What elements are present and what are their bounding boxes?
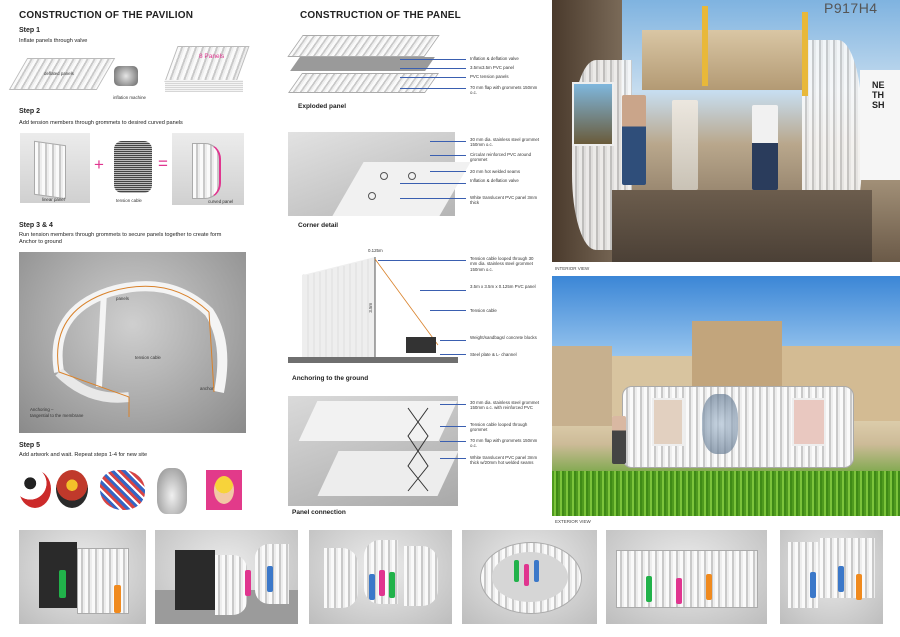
artwork-balloon-rabbit: [157, 468, 187, 514]
anchoring-note-2: 3.5m x 3.5m x 0.125m PVC panel: [470, 284, 536, 289]
exploded-note-2: 3.5mx3.5m PVC panel: [470, 65, 514, 70]
anchoring-dim-top: 0.125m: [368, 248, 383, 253]
step1-desc: Inflate panels through valve: [19, 38, 88, 44]
connection-note-2: Tension cable looped through grommet: [470, 422, 528, 433]
artwork-panda: [19, 470, 51, 508]
variation-2: [155, 530, 298, 624]
tension-cable-image: [114, 141, 152, 193]
step1-title: Step 1: [19, 27, 41, 34]
step2-curved-panel-image: [172, 133, 244, 205]
anchoring-note-1: Tension cable looped through 30 mm dia. …: [470, 256, 534, 272]
plus-sign: +: [94, 155, 104, 174]
label-8-panels: 8 Panels: [199, 53, 225, 60]
connection-note-1: 30 mm dia. stainless steel grommet 150mm…: [470, 400, 540, 411]
corner-note-3: 20 mm hot welded seams: [470, 169, 521, 174]
anchoring-caption: Anchoring to the ground: [292, 375, 369, 382]
project-code: P917H4: [824, 0, 878, 16]
label-linear-panel: linear panel: [42, 197, 65, 202]
step34-title: Step 3 & 4: [19, 222, 53, 229]
corner-detail-image: [288, 132, 471, 216]
label-anchoring: Anchoring –: [30, 407, 54, 412]
variation-3: [309, 530, 452, 624]
label-tension-cable-assembly: tension cable: [135, 355, 161, 360]
artwork-word-map: [100, 470, 145, 510]
step34-desc1: Run tension members through grommets to …: [19, 232, 222, 238]
label-inflation-machine: inflation machine: [113, 95, 146, 100]
exterior-view-label: EXTERIOR VIEW: [555, 519, 591, 524]
connection-note-3: 70 mm flap with grommets 150mm o.c.: [470, 438, 538, 449]
inflation-machine-image: [114, 66, 138, 86]
connection-note-4: White translucent PVC panel 3mm thick w/…: [470, 455, 538, 466]
panel-connection-image: [288, 396, 459, 506]
label-curved-panel: curved panel: [208, 199, 234, 204]
anchoring-note-5: Steel plate & L- channel: [470, 352, 517, 357]
pavilion-title: CONSTRUCTION OF THE PAVILION: [19, 10, 194, 21]
step5-title: Step 5: [19, 442, 41, 449]
corner-note-4: Inflation & deflation valve: [470, 178, 519, 183]
corner-caption: Corner detail: [298, 222, 339, 229]
exploded-caption: Exploded panel: [298, 103, 347, 110]
exterior-view-image: [552, 276, 900, 516]
step2-title: Step 2: [19, 108, 41, 115]
corner-note-1: 30 mm dia. stainless steel grommet 150mm…: [470, 137, 540, 148]
poster-line-1: NE: [872, 80, 885, 90]
variation-1: [19, 530, 146, 624]
anchoring-dim-side: 3.5m: [368, 302, 374, 313]
connection-caption: Panel connection: [292, 509, 346, 516]
exploded-note-4: 70 mm flap with grommets 150mm o.c.: [470, 85, 538, 96]
step34-assembly-image: [19, 252, 246, 433]
interior-view-image: [552, 0, 900, 262]
step5-desc: Add artwork and wait. Repeat steps 1-4 f…: [19, 452, 148, 458]
artwork-marilyn: [206, 470, 242, 510]
artwork-bear: [56, 470, 88, 508]
variation-5: [606, 530, 767, 624]
step2-desc: Add tension members through grommets to …: [19, 120, 183, 126]
variation-6: [780, 530, 883, 624]
panel-title: CONSTRUCTION OF THE PANEL: [300, 10, 461, 21]
anchoring-note-3: Tension cable: [470, 308, 497, 313]
exploded-note-1: Inflation & deflation valve: [470, 56, 519, 61]
label-anchoring-tangential: tangential to the membrane: [30, 413, 84, 418]
step34-desc2: Anchor to ground: [19, 239, 62, 245]
interior-view-label: INTERIOR VIEW: [555, 266, 590, 271]
variation-4: [462, 530, 597, 624]
exploded-note-3: PVC tension panels: [470, 74, 509, 79]
corner-note-2: Circular reinforced PVC around grommet: [470, 152, 532, 163]
label-panels: panels: [116, 296, 129, 301]
poster-line-2: TH: [872, 90, 884, 100]
anchoring-note-4: Weight/sandbags/ concrete blocks: [470, 335, 537, 340]
corner-note-5: White translucent PVC panel 3mm thick: [470, 195, 538, 206]
label-deflated-panels: deflated panels: [44, 71, 74, 76]
label-anchor: anchor: [200, 386, 214, 391]
interior-poster: NE TH SH: [872, 80, 900, 110]
poster-line-3: SH: [872, 100, 885, 110]
step2-linear-panel-image: [20, 133, 90, 203]
equals-sign: =: [158, 154, 168, 173]
label-tension-cable: tension cable: [116, 198, 142, 203]
